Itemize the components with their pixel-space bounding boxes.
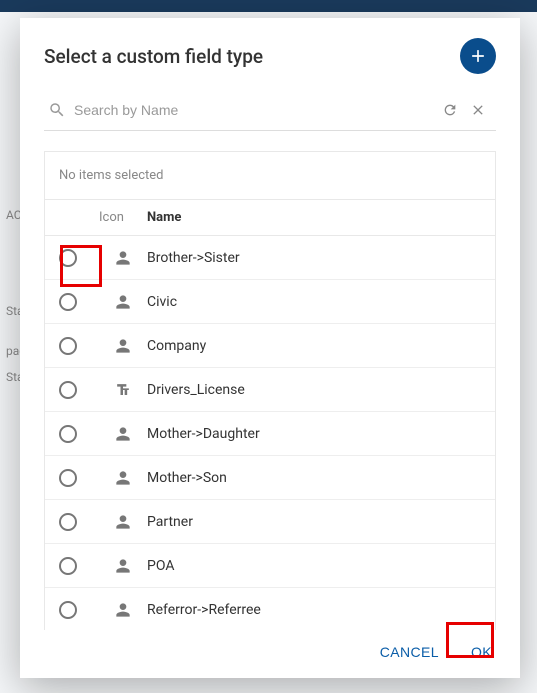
row-radio[interactable] xyxy=(59,337,77,355)
table-row[interactable]: Drivers_License xyxy=(45,368,495,412)
row-radio[interactable] xyxy=(59,425,77,443)
person-icon xyxy=(99,468,147,488)
person-icon xyxy=(99,248,147,268)
ok-button[interactable]: OK xyxy=(459,636,504,668)
table-row[interactable]: Civic xyxy=(45,280,495,324)
row-radio[interactable] xyxy=(59,381,77,399)
row-name: Mother->Daughter xyxy=(147,426,481,442)
row-name: Mother->Son xyxy=(147,470,481,486)
person-icon xyxy=(99,600,147,620)
table-row[interactable]: Mother->Daughter xyxy=(45,412,495,456)
select-field-type-dialog: Select a custom field type No items sele… xyxy=(20,18,520,678)
person-icon xyxy=(99,424,147,444)
row-name: POA xyxy=(147,558,481,574)
table-row[interactable]: Referror->Referree xyxy=(45,588,495,630)
row-name: Drivers_License xyxy=(147,382,481,398)
row-radio[interactable] xyxy=(59,601,77,619)
table-row[interactable]: Partner xyxy=(45,500,495,544)
row-name: Civic xyxy=(147,294,481,310)
row-name: Company xyxy=(147,338,481,354)
table-row[interactable]: Mother->Son xyxy=(45,456,495,500)
row-name: Partner xyxy=(147,514,481,530)
table-row[interactable]: POA xyxy=(45,544,495,588)
column-icon-label: Icon xyxy=(99,210,147,225)
row-radio[interactable] xyxy=(59,249,77,267)
add-button[interactable] xyxy=(460,38,496,74)
person-icon xyxy=(99,512,147,532)
reload-icon xyxy=(442,102,458,118)
search-bar xyxy=(44,90,496,131)
row-radio[interactable] xyxy=(59,293,77,311)
clear-button[interactable] xyxy=(464,96,492,124)
person-icon xyxy=(99,556,147,576)
person-icon xyxy=(99,336,147,356)
table-row[interactable]: Company xyxy=(45,324,495,368)
person-icon xyxy=(99,292,147,312)
selection-status: No items selected xyxy=(45,152,495,199)
row-radio[interactable] xyxy=(59,513,77,531)
row-name: Brother->Sister xyxy=(147,250,481,266)
row-radio[interactable] xyxy=(59,557,77,575)
cancel-button[interactable]: CANCEL xyxy=(368,636,451,668)
search-icon xyxy=(48,101,66,119)
search-input[interactable] xyxy=(66,98,436,122)
column-header: Icon Name xyxy=(45,199,495,236)
close-icon xyxy=(470,102,486,118)
row-name: Referror->Referree xyxy=(147,602,481,618)
column-name-label: Name xyxy=(147,210,481,225)
row-radio[interactable] xyxy=(59,469,77,487)
dialog-title: Select a custom field type xyxy=(44,45,263,68)
text-icon xyxy=(99,380,147,400)
reload-button[interactable] xyxy=(436,96,464,124)
plus-icon xyxy=(468,46,488,66)
table-row[interactable]: Brother->Sister xyxy=(45,236,495,280)
